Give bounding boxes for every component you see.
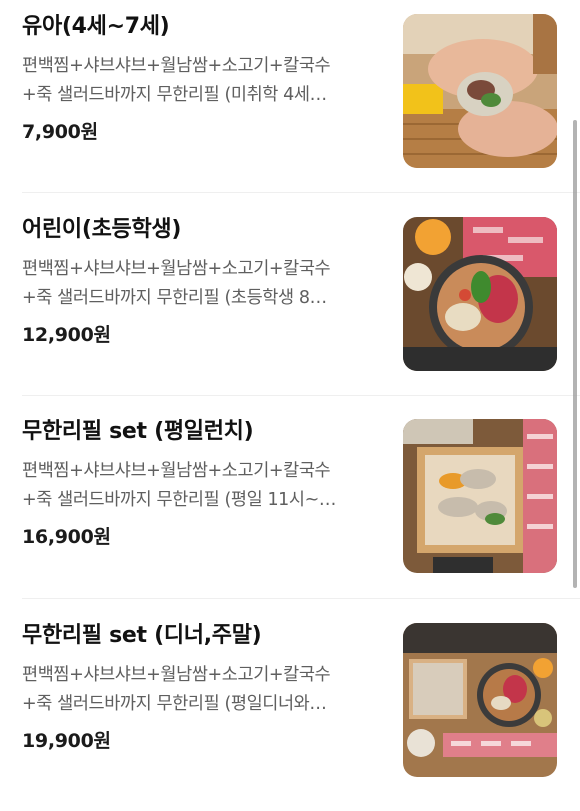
menu-item-price: 16,900원 — [22, 526, 111, 548]
menu-item-description-line2: +죽 샐러드바까지 무한리필 (초등학생 8… — [22, 288, 327, 308]
menu-item-description-line2: +죽 샐러드바까지 무한리필 (미취학 4세… — [22, 85, 327, 105]
menu-item-info: 어린이(초등학생) 편백찜+샤브샤브+월남쌈+소고기+칼국수 +죽 샐러드바까지… — [22, 215, 382, 348]
menu-item-price: 19,900원 — [22, 730, 111, 752]
menu-item-info: 유아(4세~7세) 편백찜+샤브샤브+월남쌈+소고기+칼국수 +죽 샐러드바까지… — [22, 12, 382, 145]
menu-item-description: 편백찜+샤브샤브+월남쌈+소고기+칼국수 +죽 샐러드바까지 무한리필 (평일디… — [22, 661, 380, 719]
menu-item-name: 유아(4세~7세) — [22, 14, 170, 39]
menu-item-toddler[interactable]: 유아(4세~7세) 편백찜+샤브샤브+월남쌈+소고기+칼국수 +죽 샐러드바까지… — [0, 0, 580, 202]
menu-item-photo[interactable] — [403, 623, 557, 777]
divider — [22, 192, 580, 193]
menu-item-photo[interactable] — [403, 419, 557, 573]
menu-item-weekday-lunch[interactable]: 무한리필 set (평일런치) 편백찜+샤브샤브+월남쌈+소고기+칼국수 +죽 … — [0, 405, 580, 607]
menu-item-price: 7,900원 — [22, 121, 98, 143]
menu-item-name: 무한리필 set (디너,주말) — [22, 623, 262, 648]
menu-item-child[interactable]: 어린이(초등학생) 편백찜+샤브샤브+월남쌈+소고기+칼국수 +죽 샐러드바까지… — [0, 203, 580, 405]
menu-item-name: 무한리필 set (평일런치) — [22, 419, 254, 444]
menu-item-description: 편백찜+샤브샤브+월남쌈+소고기+칼국수 +죽 샐러드바까지 무한리필 (미취학… — [22, 52, 380, 110]
menu-item-description-line1: 편백찜+샤브샤브+월남쌈+소고기+칼국수 — [22, 461, 331, 481]
menu-item-info: 무한리필 set (평일런치) 편백찜+샤브샤브+월남쌈+소고기+칼국수 +죽 … — [22, 417, 382, 550]
scrollbar[interactable] — [573, 120, 577, 588]
menu-item-dinner-weekend[interactable]: 무한리필 set (디너,주말) 편백찜+샤브샤브+월남쌈+소고기+칼국수 +죽… — [0, 609, 580, 811]
menu-item-name: 어린이(초등학생) — [22, 217, 182, 242]
menu-item-photo[interactable] — [403, 14, 557, 168]
menu-item-description-line1: 편백찜+샤브샤브+월남쌈+소고기+칼국수 — [22, 56, 331, 76]
menu-item-photo[interactable] — [403, 217, 557, 371]
menu-item-description-line2: +죽 샐러드바까지 무한리필 (평일디너와… — [22, 694, 327, 714]
menu-item-description: 편백찜+샤브샤브+월남쌈+소고기+칼국수 +죽 샐러드바까지 무한리필 (평일 … — [22, 457, 380, 515]
divider — [22, 395, 580, 396]
menu-item-info: 무한리필 set (디너,주말) 편백찜+샤브샤브+월남쌈+소고기+칼국수 +죽… — [22, 621, 382, 754]
menu-item-description: 편백찜+샤브샤브+월남쌈+소고기+칼국수 +죽 샐러드바까지 무한리필 (초등학… — [22, 255, 380, 313]
menu-item-description-line1: 편백찜+샤브샤브+월남쌈+소고기+칼국수 — [22, 665, 331, 685]
menu-item-price: 12,900원 — [22, 324, 111, 346]
divider — [22, 598, 580, 599]
menu-item-description-line1: 편백찜+샤브샤브+월남쌈+소고기+칼국수 — [22, 259, 331, 279]
menu-item-description-line2: +죽 샐러드바까지 무한리필 (평일 11시~… — [22, 490, 336, 510]
